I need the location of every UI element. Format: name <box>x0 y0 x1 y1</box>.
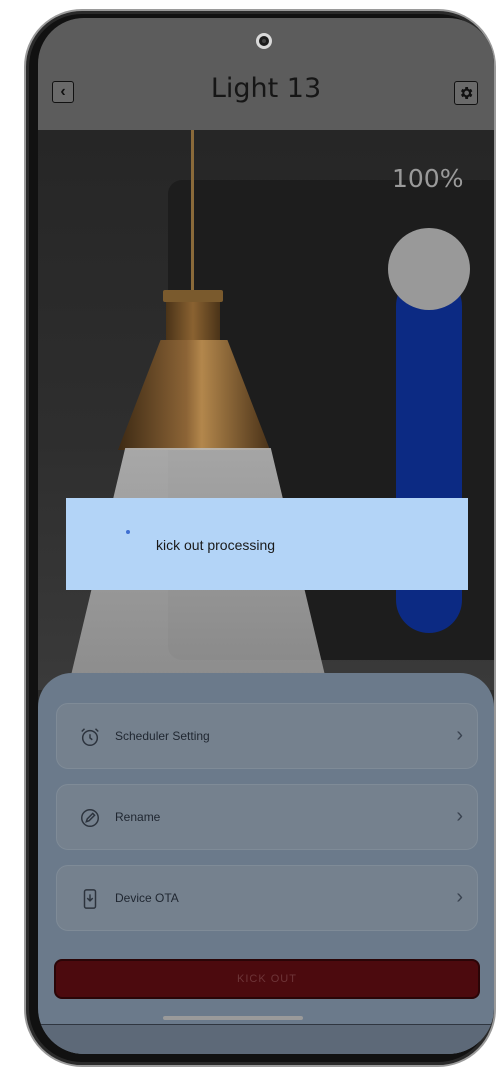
chevron-right-icon: › <box>456 805 463 827</box>
status-toast: kick out processing <box>66 498 468 590</box>
page-title: Light 13 <box>210 73 322 104</box>
system-nav-bar <box>38 1024 494 1054</box>
brightness-slider-thumb[interactable] <box>388 228 470 310</box>
front-camera <box>256 33 272 49</box>
menu-item-label: Device OTA <box>115 891 179 905</box>
loading-indicator-icon <box>126 530 130 534</box>
menu-item-scheduler-setting[interactable]: Scheduler Setting › <box>56 703 478 769</box>
chevron-right-icon: › <box>456 724 463 746</box>
kick-out-button[interactable]: KICK OUT <box>54 959 480 999</box>
menu-item-device-ota[interactable]: Device OTA › <box>56 865 478 931</box>
top-bar: ‹ Light 13 <box>38 18 494 130</box>
menu-item-label: Rename <box>115 810 161 824</box>
pencil-icon <box>81 809 99 827</box>
lamp-cord <box>191 130 194 300</box>
bottom-sheet: Scheduler Setting › Rename › Device OTA … <box>38 673 494 1054</box>
lamp-cap <box>163 290 223 302</box>
download-icon <box>83 889 97 909</box>
chevron-right-icon: › <box>456 886 463 908</box>
lamp-neck <box>166 302 220 342</box>
settings-button[interactable] <box>454 81 478 105</box>
menu-item-label: Scheduler Setting <box>115 729 210 743</box>
menu-item-rename[interactable]: Rename › <box>56 784 478 850</box>
toast-message: kick out processing <box>156 537 276 553</box>
alarm-clock-icon <box>81 728 99 746</box>
brightness-percentage: 100% <box>392 164 464 193</box>
home-indicator[interactable] <box>163 1016 303 1020</box>
gear-icon <box>461 87 473 99</box>
app-screen: ‹ Light 13 100% kick out processing Sche… <box>38 18 494 1054</box>
